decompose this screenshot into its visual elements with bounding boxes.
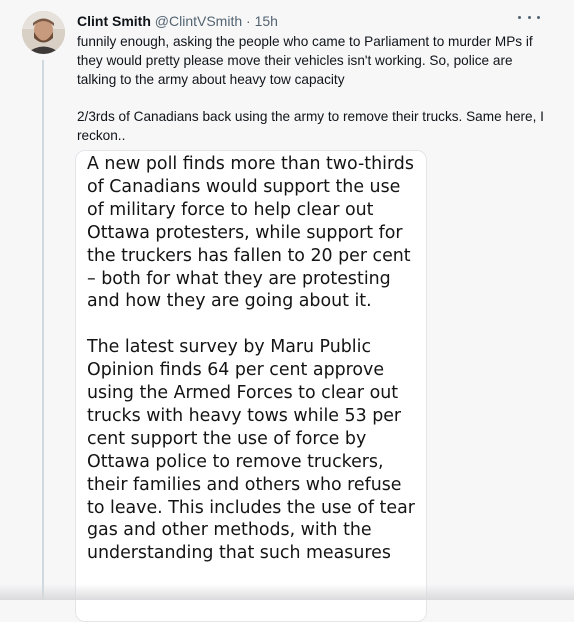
quote-paragraph: A new poll finds more than two-thirds of… — [87, 154, 414, 312]
user-handle[interactable]: @ClintVSmith — [155, 13, 242, 29]
thread-line — [42, 60, 44, 600]
separator-dot: · — [246, 13, 251, 29]
display-name[interactable]: Clint Smith — [77, 13, 151, 29]
avatar-photo-icon — [22, 11, 65, 54]
quoted-article-card[interactable]: A new poll finds more than two-thirds of… — [75, 150, 427, 622]
quote-paragraph: The latest survey by Maru Public Opinion… — [87, 337, 415, 564]
more-horizontal-icon — [518, 15, 521, 19]
tweet[interactable]: Clint Smith @ClintVSmith · 15h funnily e… — [0, 0, 574, 622]
timestamp[interactable]: 15h — [255, 13, 278, 29]
more-horizontal-icon — [527, 15, 531, 19]
more-horizontal-icon — [537, 15, 540, 19]
tweet-header: Clint Smith @ClintVSmith · 15h — [77, 12, 278, 30]
quoted-article-text: A new poll finds more than two-thirds of… — [76, 151, 426, 565]
bottom-fade — [0, 584, 574, 600]
more-options-button[interactable] — [518, 10, 540, 24]
tweet-paragraph: 2/3rds of Canadians back using the army … — [77, 109, 544, 143]
tweet-text: funnily enough, asking the people who ca… — [77, 32, 547, 145]
avatar[interactable] — [22, 11, 65, 54]
tweet-paragraph: funnily enough, asking the people who ca… — [77, 34, 533, 87]
